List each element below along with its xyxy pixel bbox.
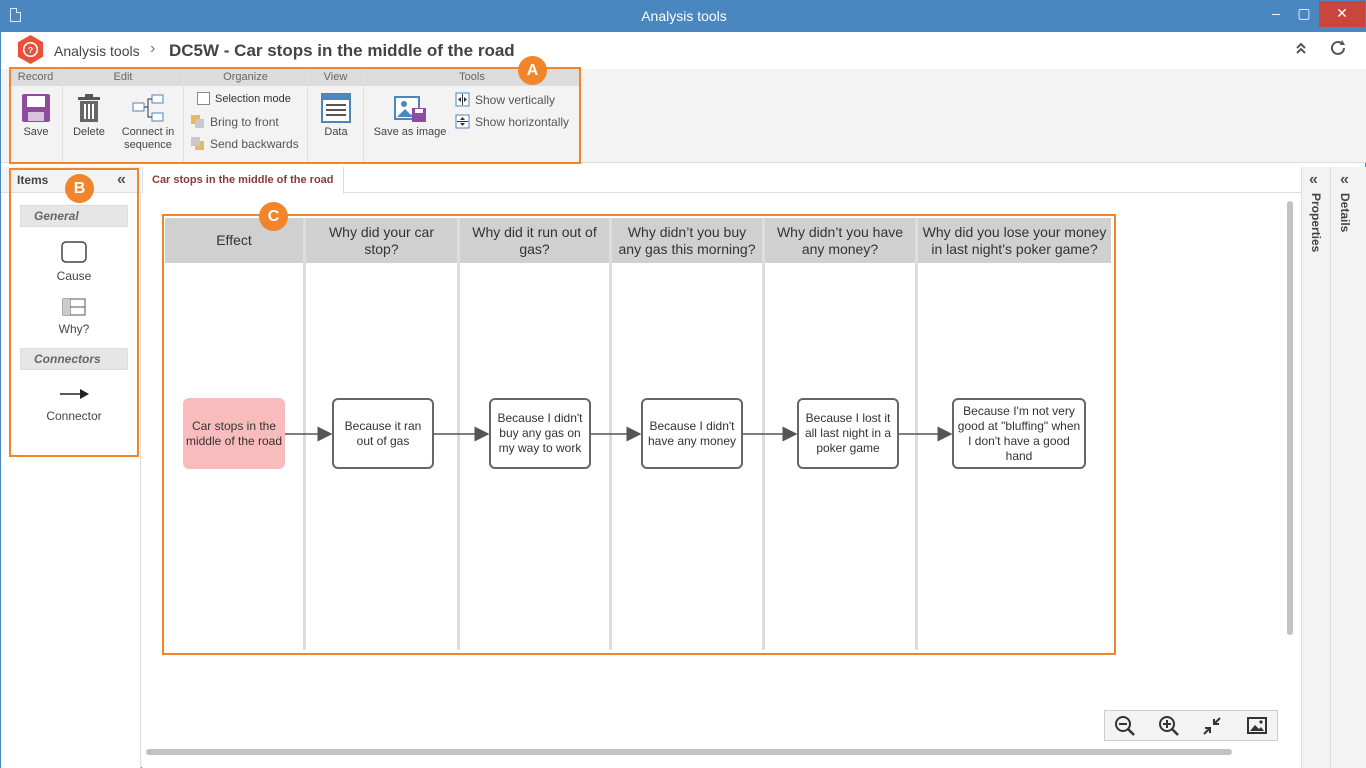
item-connector[interactable]: Connector [20,387,128,423]
connect-label-line2: sequence [124,139,172,151]
refresh-icon[interactable] [1328,38,1348,64]
floppy-disk-icon [22,94,50,122]
properties-panel[interactable]: « Properties [1301,167,1330,768]
group-tools: Tools Save as image Show vertically Show… [364,69,580,163]
breadcrumb-root[interactable]: Analysis tools [54,43,140,59]
badge-c: C [259,202,288,231]
send-back-icon [191,137,204,150]
group-tools-title: Tools [364,69,580,86]
trash-icon [78,94,100,122]
group-view-title: View [308,69,363,86]
expand-properties-icon[interactable]: « [1309,171,1318,189]
save-as-image-button[interactable]: Save as image [368,93,452,139]
badge-b: B [65,174,94,203]
expand-details-icon[interactable]: « [1340,171,1349,189]
collapse-items-icon[interactable]: « [117,171,126,189]
show-horizontally-button[interactable]: Show horizontally [455,114,569,129]
save-button[interactable]: Save [13,93,59,139]
send-backwards-label: Send backwards [210,136,299,151]
show-vertically-button[interactable]: Show vertically [455,92,555,107]
delete-button[interactable]: Delete [69,93,109,139]
properties-label: Properties [1309,193,1323,253]
group-record: Record Save [9,69,63,163]
five-whys-diagram: Effect Why did your car stop? Why did it… [165,218,1111,650]
section-general: General [20,205,128,227]
group-edit-title: Edit [63,69,183,86]
group-organize: Organize Selection mode Bring to front S… [184,69,308,163]
badge-a: A [518,56,547,85]
group-view: View Data [308,69,364,163]
group-edit: Edit Delete Connect in sequence [63,69,184,163]
connect-sequence-icon [132,94,164,122]
selection-mode-checkbox[interactable]: Selection mode [197,92,291,105]
zoom-in-icon[interactable] [1158,715,1180,737]
close-button[interactable]: ✕ [1319,1,1365,27]
toolbar-ribbon: Record Save Edit Delete Connect in seque… [1,69,1366,163]
show-horizontally-icon [455,114,470,129]
app-window: Analysis tools – ▢ ✕ ? Analysis tools › … [0,0,1366,768]
zoom-out-icon[interactable] [1114,715,1136,737]
data-grid-icon [321,93,351,123]
data-button[interactable]: Data [314,93,358,139]
arrow-right-icon [60,389,89,399]
selection-mode-label: Selection mode [215,92,291,105]
save-as-image-label: Save as image [373,126,447,138]
why-node[interactable]: Because I lost it all last night in a po… [797,398,899,469]
page-header: ? Analysis tools › DC5W - Car stops in t… [1,32,1366,69]
delete-label: Delete [73,126,105,138]
item-connector-label: Connector [46,409,102,423]
question-mark-hexagon-icon: ? [17,34,44,65]
why-node[interactable]: Because I didn't have any money [641,398,743,469]
window-title: Analysis tools [641,8,727,24]
tab-car-stops[interactable]: Car stops in the middle of the road [142,167,344,194]
connect-in-sequence-button[interactable]: Connect in sequence [117,93,179,152]
breadcrumb-separator: › [150,40,156,57]
show-vertically-label: Show vertically [475,92,556,107]
bring-to-front-label: Bring to front [210,114,279,129]
minimize-button[interactable]: – [1263,1,1289,27]
item-cause[interactable]: Cause [20,241,128,283]
zoom-toolbar [1104,710,1278,741]
why-node[interactable]: Because I didn't buy any gas on my way t… [489,398,591,469]
show-vertically-icon [455,92,470,107]
items-panel: Items « General Cause Why? Connectors Co… [1,167,141,768]
item-why-label: Why? [58,322,90,336]
bring-front-icon [191,115,204,128]
maximize-button[interactable]: ▢ [1291,1,1317,27]
show-horizontally-label: Show horizontally [475,114,570,129]
group-record-title: Record [9,69,62,86]
section-connectors: Connectors [20,348,128,370]
cause-box-icon [61,241,87,263]
collapse-header-icon[interactable] [1295,41,1307,58]
item-cause-label: Cause [56,269,92,283]
save-label: Save [23,126,49,138]
why-node[interactable]: Because I'm not very good at "bluffing" … [952,398,1086,469]
connect-label-line1: Connect in [121,126,175,138]
effect-node[interactable]: Car stops in the middle of the road [183,398,285,469]
item-why[interactable]: Why? [20,298,128,336]
fit-to-screen-icon[interactable] [1201,715,1223,737]
details-panel[interactable]: « Details [1330,167,1366,768]
group-organize-title: Organize [184,69,307,86]
image-save-icon [394,96,426,122]
tab-bar: Car stops in the middle of the road [142,167,1301,194]
bring-to-front-button[interactable]: Bring to front [190,114,279,129]
details-label: Details [1338,193,1352,233]
svg-text:?: ? [28,45,33,55]
why-node[interactable]: Because it ran out of gas [332,398,434,469]
vertical-scrollbar[interactable] [1287,201,1293,635]
page-title: DC5W - Car stops in the middle of the ro… [169,41,515,60]
checkbox-icon [197,92,210,105]
why-table-icon [62,298,86,316]
send-backwards-button[interactable]: Send backwards [190,136,299,151]
items-panel-title: Items [17,173,49,187]
data-label: Data [324,126,348,138]
export-image-icon[interactable] [1246,715,1268,737]
title-bar: Analysis tools – ▢ ✕ [1,1,1366,32]
horizontal-scrollbar[interactable] [146,749,1232,755]
